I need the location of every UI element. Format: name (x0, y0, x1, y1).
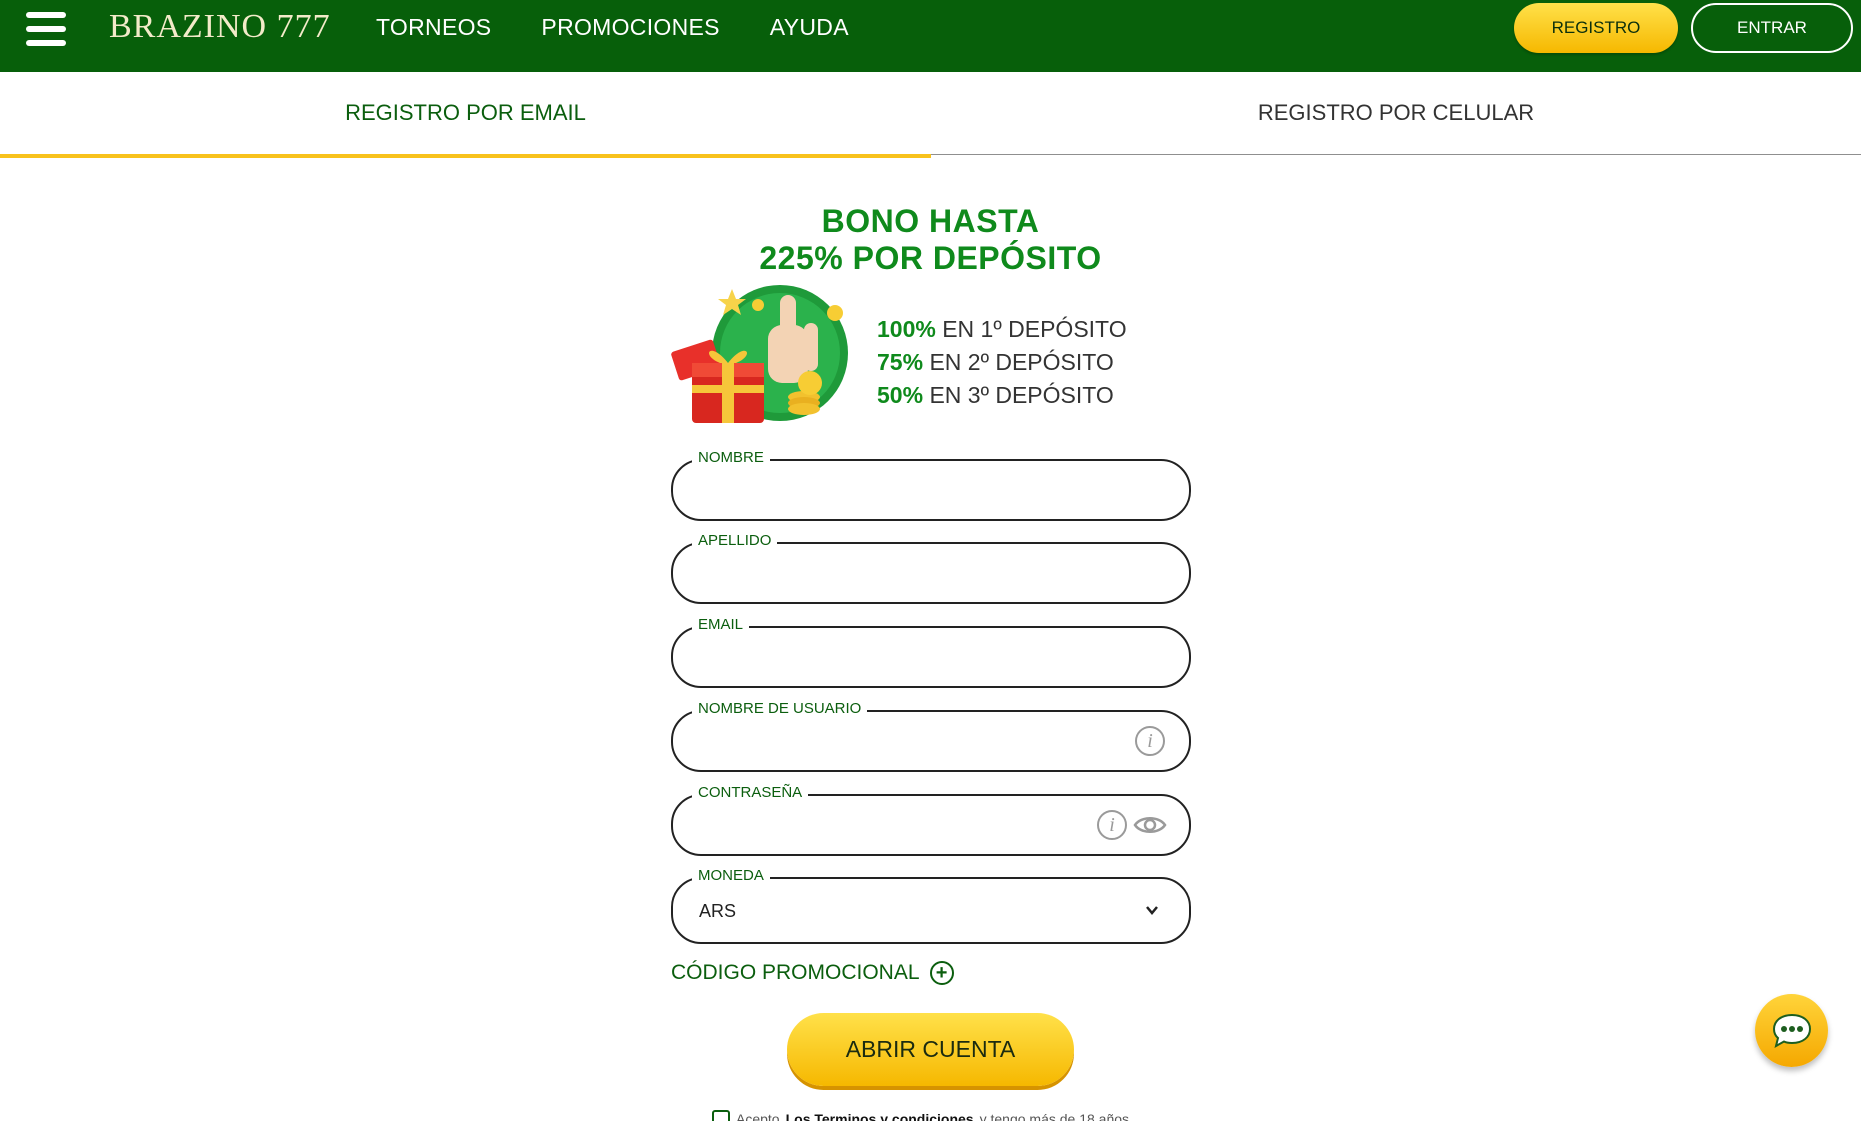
last-name-label: APELLIDO (692, 532, 778, 549)
email-input[interactable] (697, 642, 1117, 674)
currency-label: MONEDA (692, 867, 770, 884)
bonus-item: 50% EN 3º DEPÓSITO (877, 382, 1114, 408)
plus-circle-icon[interactable]: + (929, 961, 954, 985)
info-icon[interactable]: i (1135, 726, 1165, 756)
bonus-list: 100% EN 1º DEPÓSITO 75% EN 2º DEPÓSITO 5… (877, 316, 1127, 415)
password-input[interactable] (697, 810, 1077, 842)
last-name-input[interactable] (697, 558, 1117, 590)
email-field: EMAIL (671, 616, 1191, 688)
currency-value: ARS (699, 901, 737, 921)
chat-button[interactable] (1755, 994, 1828, 1067)
password-field: CONTRASEÑA i (671, 784, 1191, 856)
register-button[interactable]: REGISTRO (1514, 3, 1678, 53)
eye-icon[interactable] (1133, 812, 1167, 838)
promo-code-toggle[interactable]: CÓDIGO PROMOCIONAL + (671, 961, 954, 985)
login-button[interactable]: ENTRAR (1691, 3, 1853, 53)
chevron-down-icon (1146, 906, 1158, 915)
nav-ayuda[interactable]: AYUDA (770, 14, 849, 41)
tab-email-registration[interactable]: REGISTRO POR EMAIL (0, 72, 931, 158)
main-nav: TORNEOS PROMOCIONES AYUDA (376, 14, 849, 41)
password-label: CONTRASEÑA (692, 784, 809, 801)
terms-checkbox[interactable] (712, 1110, 730, 1121)
top-header: BRAZINO 777 TORNEOS PROMOCIONES AYUDA RE… (0, 0, 1861, 72)
info-icon[interactable]: i (1097, 810, 1127, 840)
terms-row: Acepto Los Terminos y condiciones y teng… (712, 1110, 1129, 1121)
menu-icon[interactable] (26, 12, 66, 46)
bonus-title-line2: 225% POR DEPÓSITO (759, 240, 1102, 276)
username-input[interactable] (697, 726, 1117, 758)
bonus-title: BONO HASTA 225% POR DEPÓSITO (0, 203, 1861, 277)
terms-link[interactable]: Los Terminos y condiciones (786, 1111, 974, 1121)
brand-logo[interactable]: BRAZINO 777 (109, 8, 331, 46)
first-name-field: NOMBRE (671, 449, 1191, 521)
bonus-item: 100% EN 1º DEPÓSITO (877, 316, 1127, 342)
promo-code-label: CÓDIGO PROMOCIONAL (671, 961, 920, 984)
username-field: NOMBRE DE USUARIO i (671, 700, 1191, 772)
bonus-gift-illustration (671, 285, 848, 423)
tab-phone-registration[interactable]: REGISTRO POR CELULAR (931, 72, 1861, 155)
chat-bubble-icon (1772, 1013, 1811, 1048)
first-name-input[interactable] (697, 475, 1117, 507)
last-name-field: APELLIDO (671, 532, 1191, 604)
bonus-title-line1: BONO HASTA (821, 203, 1040, 239)
nav-promociones[interactable]: PROMOCIONES (541, 14, 719, 41)
nav-torneos[interactable]: TORNEOS (376, 14, 491, 41)
username-label: NOMBRE DE USUARIO (692, 700, 868, 717)
bonus-item: 75% EN 2º DEPÓSITO (877, 349, 1114, 375)
first-name-label: NOMBRE (692, 449, 770, 466)
open-account-button[interactable]: ABRIR CUENTA (787, 1013, 1074, 1086)
currency-select[interactable]: MONEDA ARS (671, 867, 1191, 944)
email-label: EMAIL (692, 616, 750, 633)
